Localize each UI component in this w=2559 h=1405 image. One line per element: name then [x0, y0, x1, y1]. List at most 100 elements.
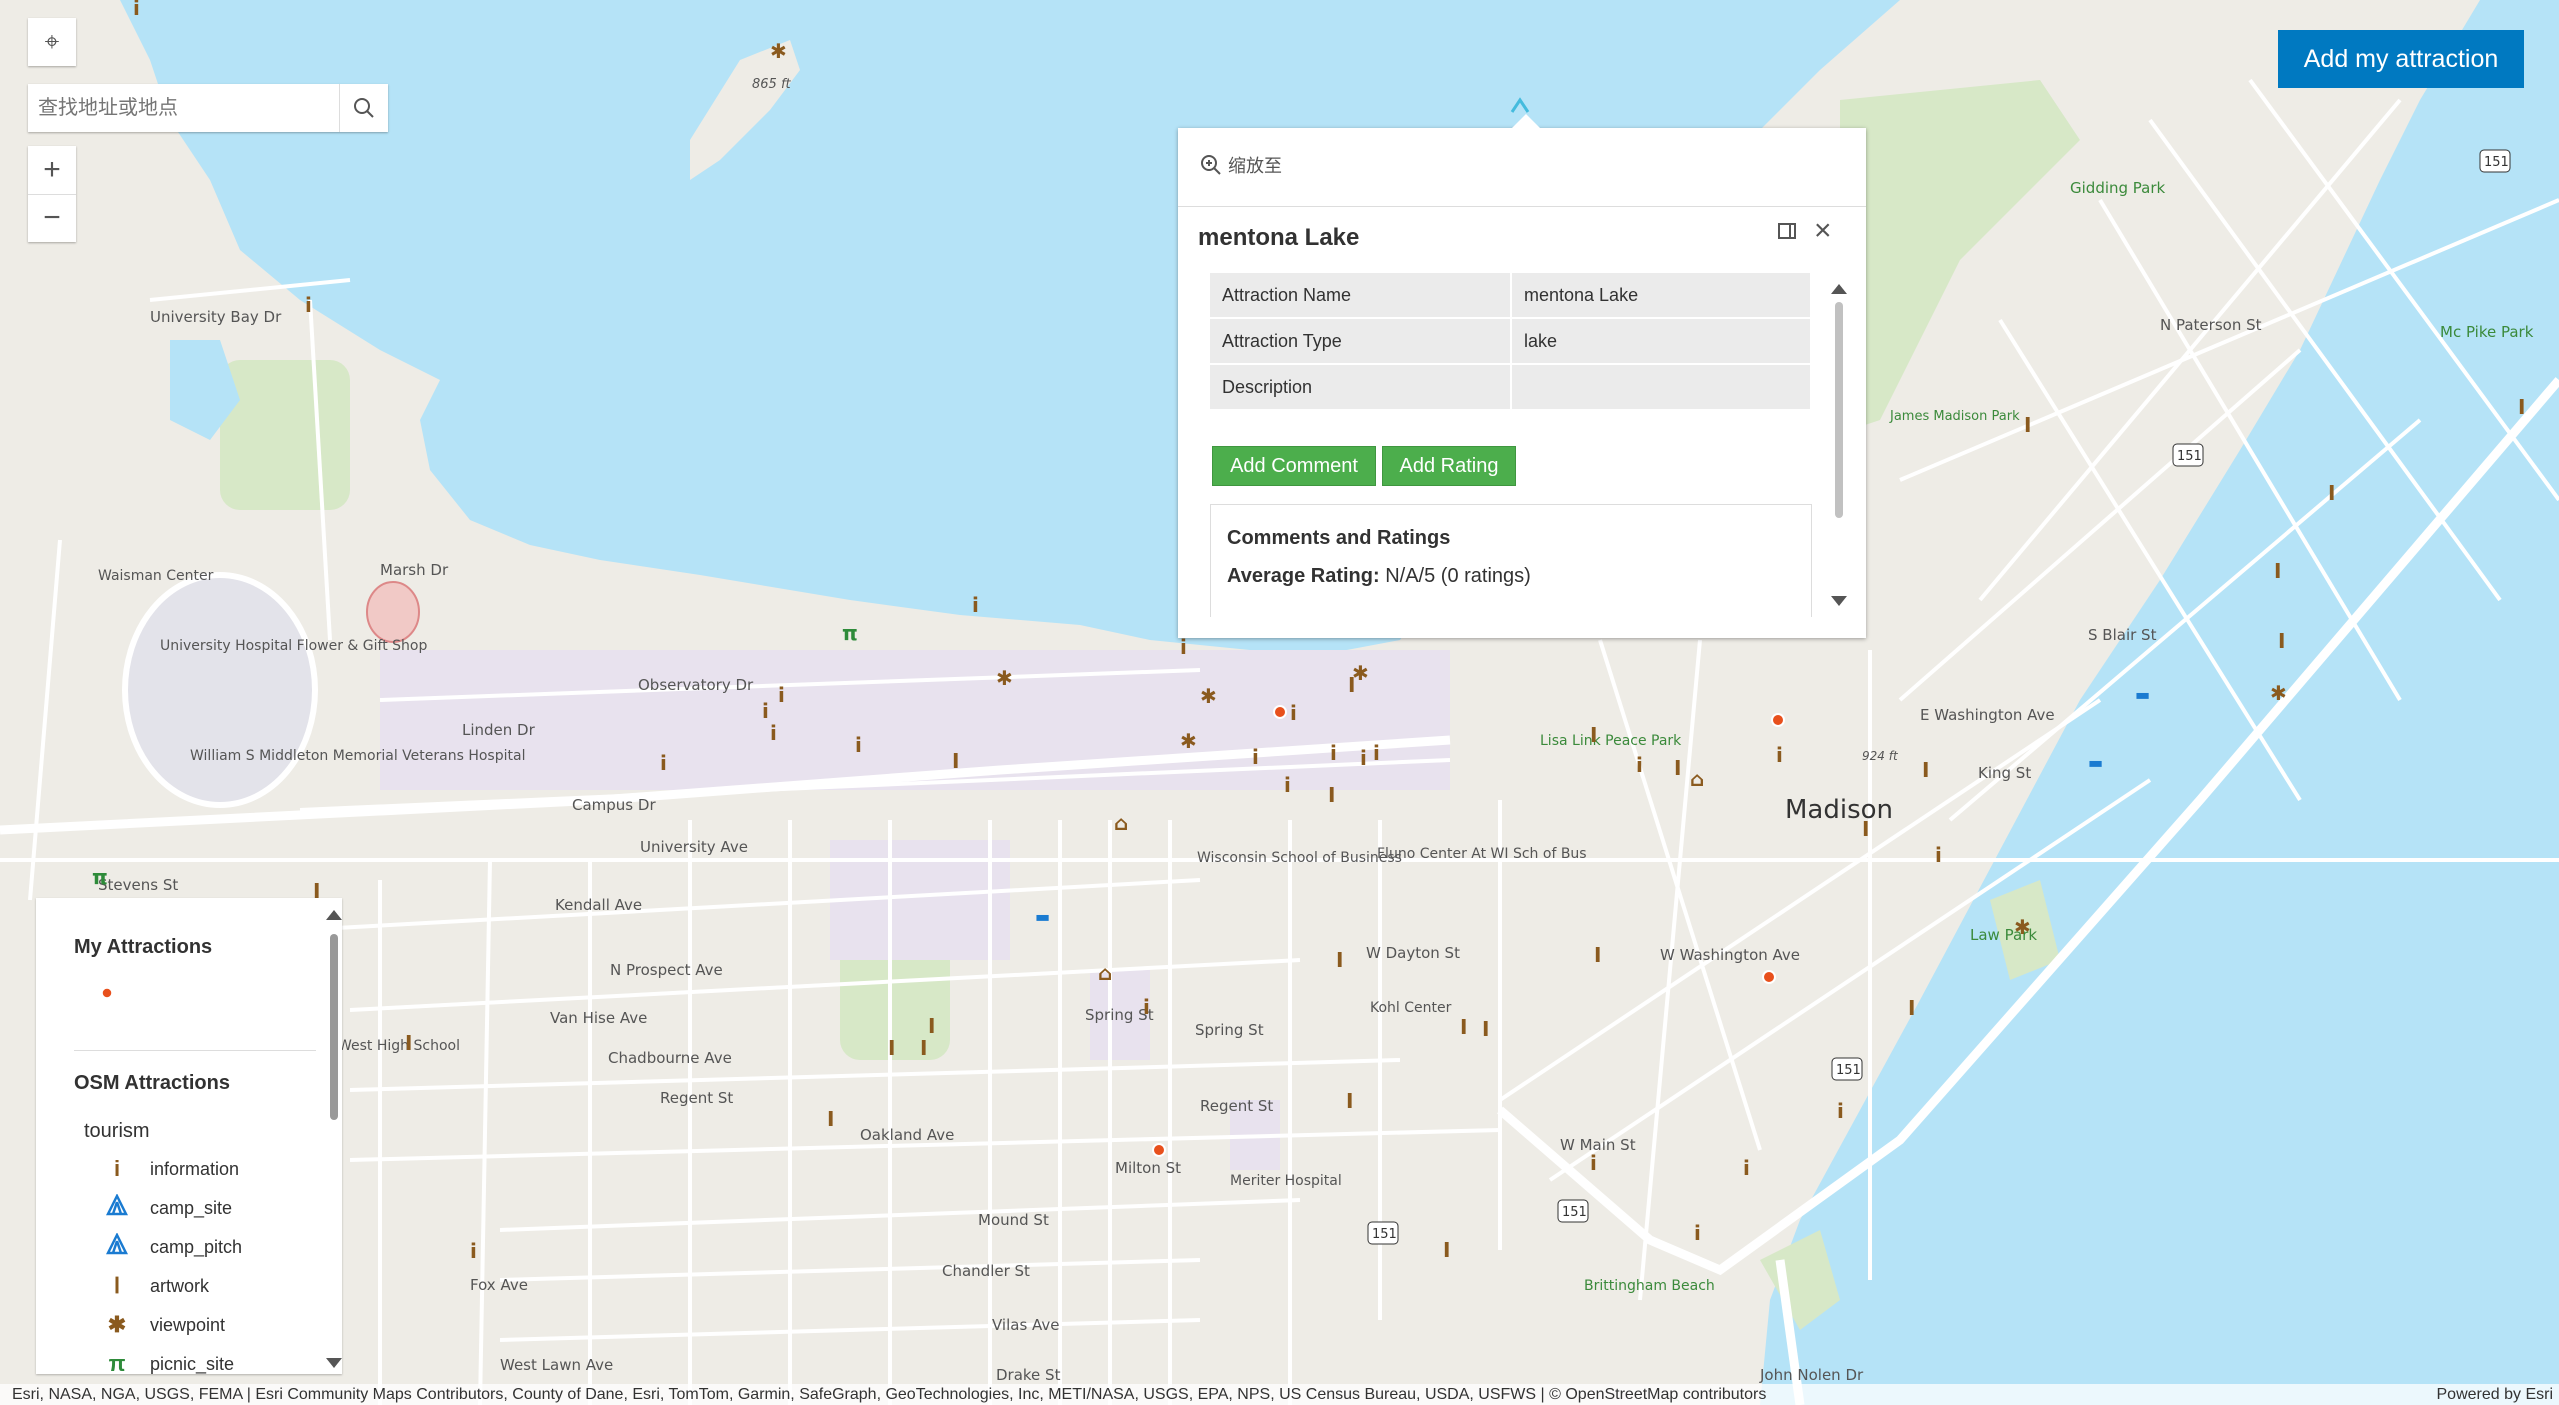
poi-camp-site-icon: ▬	[1035, 907, 1050, 926]
label-vilas-ave: Vilas Ave	[992, 1316, 1060, 1334]
poi-information-icon: i	[133, 0, 140, 20]
poi-artwork-icon: Ⅰ	[1443, 1238, 1450, 1262]
shield-151-c: 151	[1836, 1063, 1861, 1078]
average-rating-label: Average Rating:	[1227, 565, 1380, 587]
close-icon[interactable]: ×	[1814, 214, 1832, 248]
label-w-main-st: W Main St	[1560, 1136, 1636, 1154]
legend-item-label: camp_pitch	[150, 1236, 243, 1257]
scroll-down-arrow-icon[interactable]	[326, 1358, 342, 1368]
add-my-attraction-button[interactable]: Add my attraction	[2278, 30, 2524, 88]
artwork-icon: Ⅰ	[113, 1273, 121, 1298]
zoom-in-icon	[1201, 155, 1221, 175]
poi-information-icon: i	[1360, 746, 1367, 770]
poi-museum-icon: ⌂	[1114, 811, 1128, 835]
average-rating-value: N/A/5 (0 ratings)	[1385, 565, 1531, 587]
add-comment-button[interactable]: Add Comment	[1212, 446, 1376, 486]
shield-151-b: 151	[2177, 449, 2202, 464]
label-fox-ave: Fox Ave	[470, 1276, 528, 1294]
my-attraction-marker	[1273, 705, 1287, 719]
scroll-thumb[interactable]	[330, 934, 338, 1120]
legend-heading-osm: OSM Attractions	[74, 1072, 230, 1094]
search-widget	[28, 84, 388, 132]
poi-information-icon: i	[1330, 741, 1337, 765]
poi-viewpoint-icon: ✱	[2270, 681, 2287, 705]
field-value	[1511, 364, 1810, 411]
scroll-thumb[interactable]	[1835, 302, 1843, 518]
shield-151-d: 151	[1562, 1205, 1587, 1220]
legend-panel: My Attractions OSM Attractions tourism i…	[36, 898, 342, 1374]
poi-artwork-icon: Ⅰ	[2518, 395, 2525, 419]
poi-camp-site-icon: ▬	[2088, 753, 2103, 772]
label-s-blair: S Blair St	[2088, 626, 2157, 644]
poi-artwork-icon: Ⅰ	[1590, 723, 1597, 747]
locate-icon: ⌖	[44, 26, 60, 56]
field-name: Description	[1210, 364, 1512, 411]
poi-artwork-icon: Ⅰ	[1674, 756, 1681, 780]
powered-by-esri[interactable]: Powered by Esri	[2437, 1386, 2554, 1404]
poi-information-icon: i	[1837, 1099, 1844, 1123]
poi-artwork-icon: Ⅰ	[1922, 758, 1929, 782]
zoom-control: + −	[28, 146, 76, 242]
poi-viewpoint-icon: ✱	[1352, 661, 1369, 685]
legend-item-information: i information	[102, 1154, 239, 1184]
label-west-high: West High School	[338, 1038, 460, 1054]
park-university-bay	[220, 360, 350, 510]
map-app: Madison Gidding Park James Madison Park …	[0, 0, 2559, 1405]
average-rating: Average Rating: N/A/5 (0 ratings)	[1227, 565, 1531, 588]
poi-information-icon: i	[470, 1239, 477, 1263]
label-spring-st-2: Spring St	[1195, 1021, 1264, 1039]
label-oakland-ave: Oakland Ave	[860, 1126, 954, 1144]
zoom-out-button[interactable]: −	[28, 195, 76, 243]
label-milton-st: Milton St	[1115, 1159, 1181, 1177]
add-rating-button[interactable]: Add Rating	[1382, 446, 1516, 486]
poi-information-icon: i	[1743, 1156, 1750, 1180]
legend-item-picnic-site: π picnic_site	[102, 1349, 234, 1374]
label-linden-dr: Linden Dr	[462, 721, 536, 739]
table-row: Description	[1210, 364, 1810, 411]
search-icon	[354, 98, 374, 118]
poi-artwork-icon: Ⅰ	[1908, 996, 1915, 1020]
popup-pointer	[1512, 114, 1540, 128]
legend-item-label: information	[150, 1158, 240, 1179]
poi-viewpoint-icon: ✱	[1180, 729, 1197, 753]
legend-item-label: artwork	[150, 1275, 210, 1296]
poi-artwork-icon: Ⅰ	[1336, 948, 1343, 972]
label-w-dayton: W Dayton St	[1366, 944, 1460, 962]
poi-information-icon: i	[1776, 743, 1783, 767]
legend-scrollbar[interactable]	[326, 904, 342, 1374]
poi-museum-icon: ⌂	[1690, 767, 1704, 791]
poi-information-icon: i	[778, 683, 785, 707]
dock-icon[interactable]	[1778, 223, 1796, 239]
poi-information-icon: i	[1180, 635, 1187, 659]
label-meriter: Meriter Hospital	[1230, 1173, 1342, 1189]
search-input[interactable]	[28, 84, 339, 132]
scroll-up-arrow-icon[interactable]	[1831, 284, 1847, 294]
popup-divider	[1178, 206, 1866, 207]
poi-artwork-icon: Ⅰ	[888, 1036, 895, 1060]
label-fluno: Fluno Center At WI Sch of Bus	[1377, 846, 1587, 862]
scroll-up-arrow-icon[interactable]	[326, 910, 342, 920]
poi-artwork-icon: Ⅰ	[1460, 1015, 1467, 1039]
legend-heading-my-attractions: My Attractions	[74, 936, 213, 958]
viewpoint-icon: ✱	[107, 1312, 127, 1337]
zoom-in-button[interactable]: +	[28, 146, 76, 195]
poi-artwork-icon: Ⅰ	[2274, 559, 2281, 583]
label-stevens-st: Stevens St	[98, 876, 178, 894]
poi-information-icon: i	[1373, 741, 1380, 765]
poi-viewpoint-icon: ✱	[770, 39, 787, 63]
poi-picnic-site-icon: π	[92, 865, 108, 889]
zoom-to-action[interactable]: 缩放至	[1200, 152, 1282, 178]
legend-divider	[74, 1050, 316, 1051]
attribution-text: Esri, NASA, NGA, USGS, FEMA | Esri Commu…	[12, 1386, 1767, 1403]
poi-artwork-icon: Ⅰ	[1346, 1089, 1353, 1113]
poi-artwork-icon: Ⅰ	[827, 1107, 834, 1131]
locate-button[interactable]: ⌖	[28, 18, 76, 66]
search-button[interactable]	[339, 84, 388, 132]
shield-151-e: 151	[1372, 1227, 1397, 1242]
scroll-down-arrow-icon[interactable]	[1831, 596, 1847, 606]
city-label-madison: Madison	[1785, 795, 1893, 825]
track	[366, 581, 420, 643]
information-icon: i	[113, 1156, 121, 1181]
poi-information-icon: i	[770, 721, 777, 745]
popup-scrollbar[interactable]	[1830, 278, 1848, 618]
